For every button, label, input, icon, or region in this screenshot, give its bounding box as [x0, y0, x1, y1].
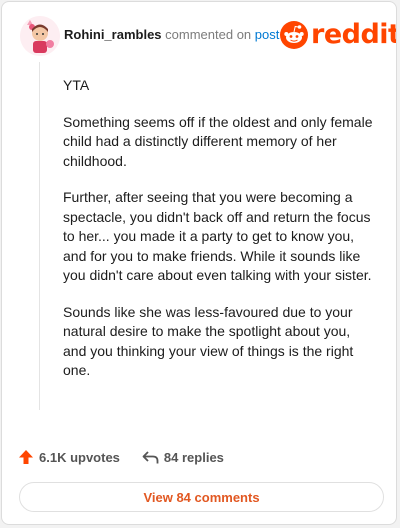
user-avatar[interactable]	[20, 16, 60, 56]
upvote-button[interactable]: 6.1K upvotes	[18, 449, 120, 465]
upvote-count: 6.1K upvotes	[39, 449, 120, 465]
reddit-wordmark: reddit	[311, 19, 397, 50]
comment-body: YTA Something seems off if the oldest an…	[63, 76, 373, 398]
comment-footer: 6.1K upvotes 84 replies	[18, 448, 224, 466]
arrow-up-icon	[19, 450, 33, 464]
commented-on-text: commented on	[165, 27, 252, 42]
username-link[interactable]: Rohini_rambles	[64, 27, 162, 42]
comment-paragraph: YTA	[63, 77, 90, 93]
reply-arrow-icon	[142, 450, 159, 463]
thread-line[interactable]	[39, 62, 40, 410]
reply-count: 84 replies	[163, 449, 224, 465]
reddit-snoo-icon	[280, 21, 308, 49]
comment-paragraph: Sounds like she was less-favoured due to…	[63, 303, 354, 379]
comment-paragraph: Something seems off if the oldest and on…	[63, 113, 373, 169]
comment-card: Rohini_rambles commented on post reddit …	[1, 1, 397, 525]
comment-byline: Rohini_rambles commented on post	[64, 27, 279, 43]
comment-header: Rohini_rambles commented on post reddit	[2, 2, 397, 66]
reddit-logo: reddit	[280, 19, 397, 50]
post-link[interactable]: post	[255, 27, 280, 42]
comment-paragraph: Further, after seeing that you were beco…	[63, 189, 372, 283]
view-comments-button[interactable]: View 84 comments	[19, 482, 384, 512]
reply-button[interactable]: 84 replies	[142, 450, 224, 465]
